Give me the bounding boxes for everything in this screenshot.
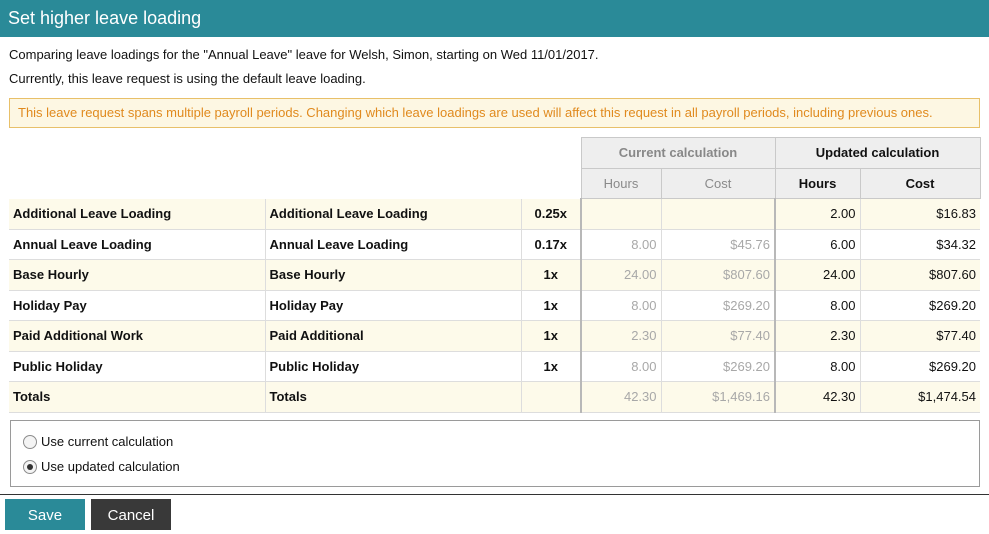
updated-cost: $77.40 bbox=[860, 320, 981, 352]
current-hours: 8.00 bbox=[581, 290, 662, 321]
current-hours bbox=[581, 198, 662, 230]
updated-hours: 8.00 bbox=[775, 290, 861, 321]
loading-name: Annual Leave Loading bbox=[9, 229, 266, 260]
warning-banner: This leave request spans multiple payrol… bbox=[9, 98, 980, 128]
loading-multiplier: 1x bbox=[521, 259, 583, 291]
current-cost: $269.20 bbox=[661, 351, 777, 382]
totals-multiplier bbox=[521, 381, 583, 413]
table-row: Public Holiday Public Holiday 1x 8.00 $2… bbox=[9, 351, 981, 382]
leave-loading-table: Current calculation Updated calculation … bbox=[9, 137, 981, 413]
updated-total-hours: 42.30 bbox=[775, 381, 861, 413]
totals-label: Totals bbox=[9, 381, 266, 413]
updated-total-cost: $1,474.54 bbox=[860, 381, 981, 413]
loading-name: Holiday Pay bbox=[9, 290, 266, 321]
loading-multiplier: 1x bbox=[521, 320, 583, 352]
loading-component: Holiday Pay bbox=[265, 290, 522, 321]
current-cost: $269.20 bbox=[661, 290, 777, 321]
loading-multiplier: 0.17x bbox=[521, 229, 583, 260]
loading-component: Additional Leave Loading bbox=[265, 198, 522, 230]
current-cost: $77.40 bbox=[661, 320, 777, 352]
use-current-option[interactable]: Use current calculation bbox=[23, 434, 173, 449]
updated-cost-header: Cost bbox=[859, 167, 981, 199]
loading-component: Paid Additional bbox=[265, 320, 522, 352]
dialog-title: Set higher leave loading bbox=[0, 0, 989, 37]
updated-cost: $807.60 bbox=[860, 259, 981, 291]
loading-component: Public Holiday bbox=[265, 351, 522, 382]
loading-component: Base Hourly bbox=[265, 259, 522, 291]
updated-cost: $269.20 bbox=[860, 351, 981, 382]
current-cost: $807.60 bbox=[661, 259, 777, 291]
use-current-label: Use current calculation bbox=[41, 434, 174, 449]
table-row: Base Hourly Base Hourly 1x 24.00 $807.60… bbox=[9, 259, 981, 291]
table-row: Additional Leave Loading Additional Leav… bbox=[9, 198, 981, 230]
loading-multiplier: 1x bbox=[521, 351, 583, 382]
radio-unchecked-icon[interactable] bbox=[23, 434, 37, 449]
status-text: Currently, this leave request is using t… bbox=[9, 71, 366, 86]
current-calculation-header: Current calculation bbox=[580, 137, 776, 169]
updated-hours: 8.00 bbox=[775, 351, 861, 382]
loading-name: Base Hourly bbox=[9, 259, 266, 291]
cancel-button[interactable]: Cancel bbox=[91, 499, 171, 530]
current-hours: 8.00 bbox=[581, 351, 662, 382]
radio-checked-icon[interactable] bbox=[23, 459, 37, 474]
updated-hours-header: Hours bbox=[774, 167, 861, 199]
totals-row: Totals Totals 42.30 $1,469.16 42.30 $1,4… bbox=[9, 381, 981, 413]
loading-component: Annual Leave Loading bbox=[265, 229, 522, 260]
updated-hours: 2.30 bbox=[775, 320, 861, 352]
updated-cost: $16.83 bbox=[860, 198, 981, 230]
current-hours: 8.00 bbox=[581, 229, 662, 260]
loading-multiplier: 1x bbox=[521, 290, 583, 321]
intro-text: Comparing leave loadings for the "Annual… bbox=[9, 47, 599, 62]
updated-hours: 6.00 bbox=[775, 229, 861, 260]
updated-calculation-header: Updated calculation bbox=[774, 137, 981, 169]
loading-name: Public Holiday bbox=[9, 351, 266, 382]
current-cost: $45.76 bbox=[661, 229, 777, 260]
current-total-cost: $1,469.16 bbox=[661, 381, 777, 413]
current-cost-header: Cost bbox=[660, 167, 776, 199]
loading-name: Additional Leave Loading bbox=[9, 198, 266, 230]
loading-name: Paid Additional Work bbox=[9, 320, 266, 352]
totals-component: Totals bbox=[265, 381, 522, 413]
use-updated-option[interactable]: Use updated calculation bbox=[23, 459, 180, 474]
table-row: Paid Additional Work Paid Additional 1x … bbox=[9, 320, 981, 352]
table-row: Annual Leave Loading Annual Leave Loadin… bbox=[9, 229, 981, 260]
table-row: Holiday Pay Holiday Pay 1x 8.00 $269.20 … bbox=[9, 290, 981, 321]
current-cost bbox=[661, 198, 777, 230]
current-hours: 2.30 bbox=[581, 320, 662, 352]
current-hours: 24.00 bbox=[581, 259, 662, 291]
save-button[interactable]: Save bbox=[5, 499, 85, 530]
updated-cost: $34.32 bbox=[860, 229, 981, 260]
calculation-options: Use current calculation Use updated calc… bbox=[10, 420, 980, 487]
updated-hours: 2.00 bbox=[775, 198, 861, 230]
footer-divider bbox=[0, 494, 989, 495]
current-total-hours: 42.30 bbox=[581, 381, 662, 413]
loading-multiplier: 0.25x bbox=[521, 198, 583, 230]
updated-hours: 24.00 bbox=[775, 259, 861, 291]
updated-cost: $269.20 bbox=[860, 290, 981, 321]
use-updated-label: Use updated calculation bbox=[41, 459, 180, 474]
current-hours-header: Hours bbox=[580, 167, 662, 199]
